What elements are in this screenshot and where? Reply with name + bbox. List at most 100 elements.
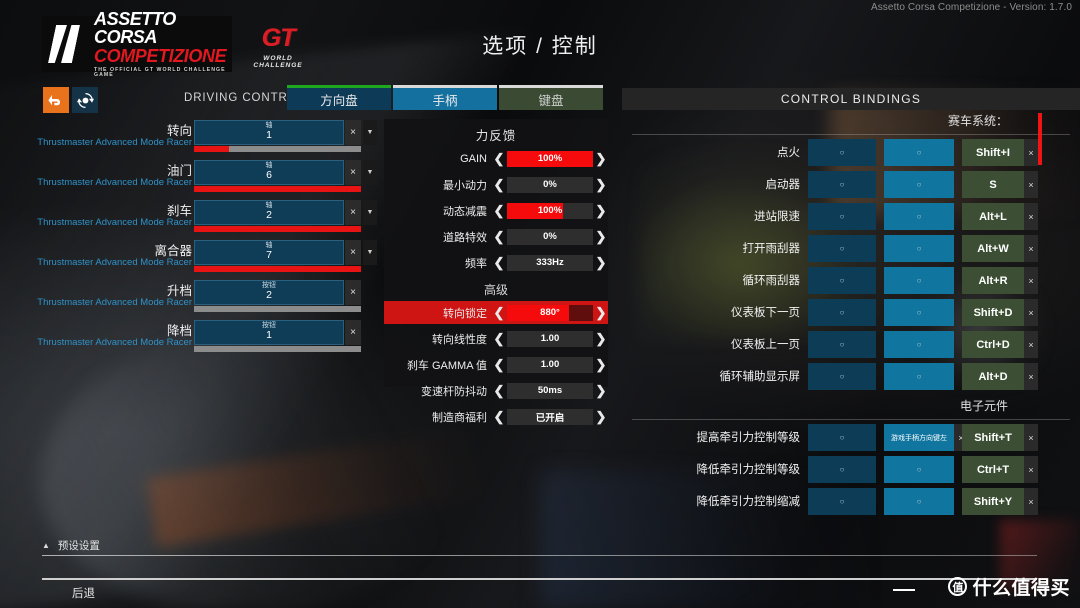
- chevron-left-icon[interactable]: ❮: [492, 383, 506, 399]
- chevron-left-icon[interactable]: ❮: [492, 177, 506, 193]
- driving-binding-value[interactable]: 按钮 1: [194, 320, 344, 345]
- ffb-row-value-track[interactable]: 0%: [507, 176, 593, 193]
- driving-binding-value[interactable]: 轴1: [194, 120, 344, 145]
- chevron-left-icon[interactable]: ❮: [492, 331, 506, 347]
- chevron-left-icon[interactable]: ❮: [492, 151, 506, 167]
- driving-binding-value[interactable]: 轴6: [194, 160, 344, 185]
- binding-cell-gamepad[interactable]: ○: [884, 488, 954, 515]
- binding-cell-wheel[interactable]: ○: [808, 331, 876, 358]
- binding-cell-keyboard[interactable]: Shift+D: [962, 299, 1024, 326]
- ffb-row-value-track[interactable]: 1.00: [507, 330, 593, 347]
- ffb-row-value-track[interactable]: 333Hz: [507, 254, 593, 271]
- binding-cell-wheel[interactable]: ○: [808, 299, 876, 326]
- chevron-left-icon[interactable]: ❮: [492, 229, 506, 245]
- clear-keyboard-binding-button[interactable]: ×: [1024, 203, 1038, 230]
- binding-cell-gamepad[interactable]: ○: [884, 331, 954, 358]
- binding-cell-wheel[interactable]: ○: [808, 203, 876, 230]
- clear-keyboard-binding-button[interactable]: ×: [1024, 456, 1038, 483]
- chevron-left-icon[interactable]: ❮: [492, 357, 506, 373]
- clear-keyboard-binding-button[interactable]: ×: [1024, 363, 1038, 390]
- binding-cell-wheel[interactable]: ○: [808, 171, 876, 198]
- tab-keyboard[interactable]: 键盘: [499, 85, 603, 110]
- chevron-right-icon[interactable]: ❯: [594, 409, 608, 425]
- binding-cell-gamepad[interactable]: 游戏手柄方向键左: [884, 424, 954, 451]
- undo-arrow-icon[interactable]: [43, 87, 69, 113]
- control-binding-label: 启动器: [765, 179, 801, 191]
- binding-cell-wheel[interactable]: ○: [808, 139, 876, 166]
- chevron-right-icon[interactable]: ❯: [594, 357, 608, 373]
- clear-binding-button[interactable]: ×: [345, 160, 361, 185]
- binding-cell-gamepad[interactable]: ○: [884, 363, 954, 390]
- chevron-down-icon[interactable]: ▼: [363, 120, 377, 145]
- clear-binding-button[interactable]: ×: [345, 280, 361, 305]
- binding-cell-keyboard[interactable]: Alt+L: [962, 203, 1024, 230]
- ffb-row-value-track[interactable]: 已开启: [507, 408, 593, 425]
- ffb-row: 制造商福利 ❮ 已开启 ❯: [384, 405, 608, 428]
- ffb-row-value-track[interactable]: 0%: [507, 228, 593, 245]
- ffb-row-value-track[interactable]: 100%: [507, 150, 593, 167]
- binding-cell-wheel[interactable]: ○: [808, 488, 876, 515]
- binding-cell-wheel[interactable]: ○: [808, 456, 876, 483]
- refresh-cycle-icon[interactable]: [72, 87, 98, 113]
- binding-cell-keyboard[interactable]: S: [962, 171, 1024, 198]
- binding-cell-wheel[interactable]: ○: [808, 267, 876, 294]
- driving-binding-value[interactable]: 按钮 2: [194, 280, 344, 305]
- clear-keyboard-binding-button[interactable]: ×: [1024, 171, 1038, 198]
- chevron-left-icon[interactable]: ❮: [492, 305, 506, 321]
- chevron-left-icon[interactable]: ❮: [492, 203, 506, 219]
- preset-settings-button[interactable]: ▲ 预设设置: [42, 538, 100, 553]
- ffb-row-value-track[interactable]: 880°: [507, 304, 593, 321]
- binding-cell-keyboard[interactable]: Shift+Y: [962, 488, 1024, 515]
- ffb-row-value-track[interactable]: 100%: [507, 202, 593, 219]
- clear-keyboard-binding-button[interactable]: ×: [1024, 488, 1038, 515]
- clear-keyboard-binding-button[interactable]: ×: [1024, 235, 1038, 262]
- clear-keyboard-binding-button[interactable]: ×: [1024, 267, 1038, 294]
- binding-cell-keyboard[interactable]: Alt+W: [962, 235, 1024, 262]
- binding-cell-gamepad[interactable]: ○: [884, 456, 954, 483]
- chevron-right-icon[interactable]: ❯: [594, 177, 608, 193]
- chevron-right-icon[interactable]: ❯: [594, 229, 608, 245]
- chevron-down-icon[interactable]: ▼: [363, 200, 377, 225]
- clear-binding-button[interactable]: ×: [345, 120, 361, 145]
- clear-binding-button[interactable]: ×: [345, 320, 361, 345]
- binding-cell-wheel[interactable]: ○: [808, 235, 876, 262]
- clear-keyboard-binding-button[interactable]: ×: [1024, 331, 1038, 358]
- binding-cell-keyboard[interactable]: Alt+R: [962, 267, 1024, 294]
- clear-keyboard-binding-button[interactable]: ×: [1024, 139, 1038, 166]
- clear-binding-button[interactable]: ×: [345, 200, 361, 225]
- chevron-left-icon[interactable]: ❮: [492, 409, 506, 425]
- binding-cell-keyboard[interactable]: Shift+I: [962, 139, 1024, 166]
- control-bindings-scrollbar[interactable]: [1038, 113, 1042, 165]
- chevron-left-icon[interactable]: ❮: [492, 255, 506, 271]
- clear-keyboard-binding-button[interactable]: ×: [1024, 299, 1038, 326]
- chevron-right-icon[interactable]: ❯: [594, 331, 608, 347]
- chevron-right-icon[interactable]: ❯: [594, 203, 608, 219]
- binding-cell-gamepad[interactable]: ○: [884, 235, 954, 262]
- binding-cell-keyboard[interactable]: Shift+T: [962, 424, 1024, 451]
- ffb-row-value-track[interactable]: 50ms: [507, 382, 593, 399]
- binding-cell-gamepad[interactable]: ○: [884, 171, 954, 198]
- tab-wheel[interactable]: 方向盘: [287, 85, 391, 110]
- binding-cell-keyboard[interactable]: Ctrl+T: [962, 456, 1024, 483]
- driving-binding-value[interactable]: 轴7: [194, 240, 344, 265]
- binding-cell-gamepad[interactable]: ○: [884, 299, 954, 326]
- ffb-row-value-track[interactable]: 1.00: [507, 356, 593, 373]
- back-button[interactable]: 后退: [72, 585, 95, 601]
- binding-cell-gamepad[interactable]: ○: [884, 203, 954, 230]
- clear-binding-button[interactable]: ×: [345, 240, 361, 265]
- binding-cell-wheel[interactable]: ○: [808, 424, 876, 451]
- chevron-right-icon[interactable]: ❯: [594, 255, 608, 271]
- binding-cell-keyboard[interactable]: Ctrl+D: [962, 331, 1024, 358]
- tab-gamepad[interactable]: 手柄: [393, 85, 497, 110]
- chevron-right-icon[interactable]: ❯: [594, 151, 608, 167]
- binding-cell-gamepad[interactable]: ○: [884, 267, 954, 294]
- clear-keyboard-binding-button[interactable]: ×: [1024, 424, 1038, 451]
- binding-cell-gamepad[interactable]: ○: [884, 139, 954, 166]
- chevron-down-icon[interactable]: ▼: [363, 240, 377, 265]
- chevron-down-icon[interactable]: ▼: [363, 160, 377, 185]
- chevron-right-icon[interactable]: ❯: [594, 383, 608, 399]
- binding-cell-wheel[interactable]: ○: [808, 363, 876, 390]
- binding-cell-keyboard[interactable]: Alt+D: [962, 363, 1024, 390]
- driving-binding-value[interactable]: 轴2: [194, 200, 344, 225]
- chevron-right-icon[interactable]: ❯: [594, 305, 608, 321]
